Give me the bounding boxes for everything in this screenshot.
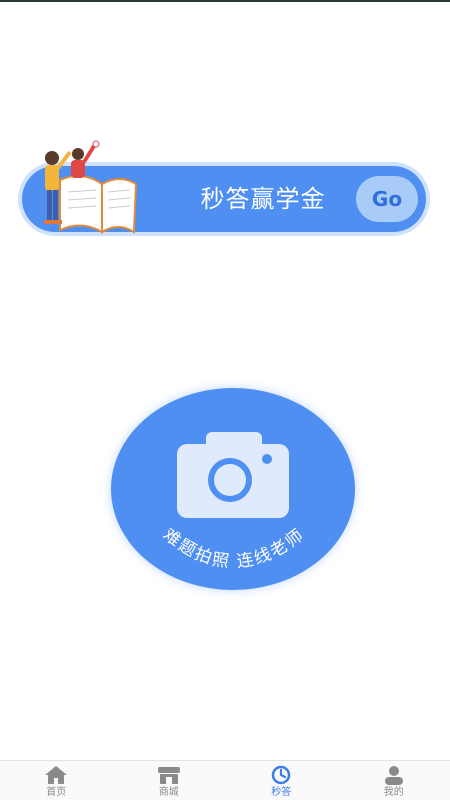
nav-item-shop[interactable]: 商城 bbox=[113, 761, 226, 800]
nav-label-answer: 秒答 bbox=[271, 787, 292, 798]
bottom-nav: 首页 商城 秒答 我的 bbox=[0, 760, 450, 800]
go-button[interactable]: Go bbox=[356, 176, 418, 222]
nav-label-shop: 商城 bbox=[158, 787, 179, 798]
nav-label-home: 首页 bbox=[46, 787, 67, 798]
nav-item-answer[interactable]: 秒答 bbox=[225, 761, 338, 800]
clock-icon bbox=[272, 765, 291, 785]
profile-icon bbox=[384, 766, 403, 785]
nav-item-home[interactable]: 首页 bbox=[0, 761, 113, 800]
svg-text:难题拍照 连线老师: 难题拍照 连线老师 bbox=[159, 525, 309, 573]
photo-question-button[interactable]: 难题拍照 连线老师 bbox=[111, 388, 355, 590]
status-divider bbox=[0, 0, 450, 2]
photo-question-caption-arc: 难题拍照 连线老师 bbox=[159, 525, 309, 573]
kids-book-illustration bbox=[44, 140, 138, 234]
nav-item-profile[interactable]: 我的 bbox=[338, 761, 450, 800]
app-screen: 秒答赢学金 Go 难题拍照 连线老师 首页 商城 秒答 我的 bbox=[0, 0, 450, 800]
home-icon bbox=[45, 766, 68, 784]
nav-label-profile: 我的 bbox=[383, 787, 404, 798]
shop-icon bbox=[157, 767, 180, 784]
promo-banner-title: 秒答赢学金 bbox=[200, 185, 326, 213]
photo-question-caption: 难题拍照 连线老师 bbox=[159, 525, 307, 573]
